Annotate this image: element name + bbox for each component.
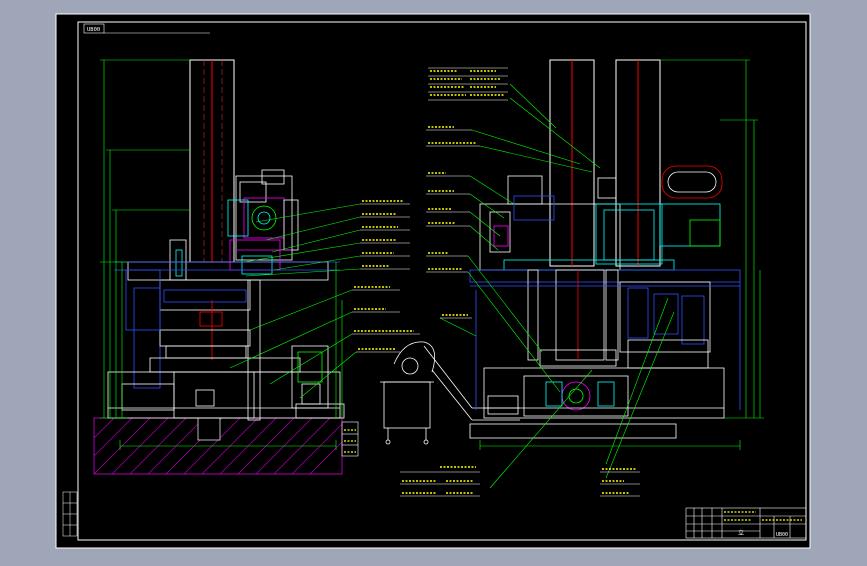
- drawing-number: UB00: [87, 27, 100, 33]
- cad-drawing: UB00 立 UB00: [55, 13, 811, 549]
- cad-drawing-viewport[interactable]: UB00 立 UB00: [0, 0, 867, 562]
- title-block-label: 立: [738, 529, 744, 537]
- drawing-sheet: [55, 13, 811, 549]
- title-block-number: UB00: [776, 532, 788, 538]
